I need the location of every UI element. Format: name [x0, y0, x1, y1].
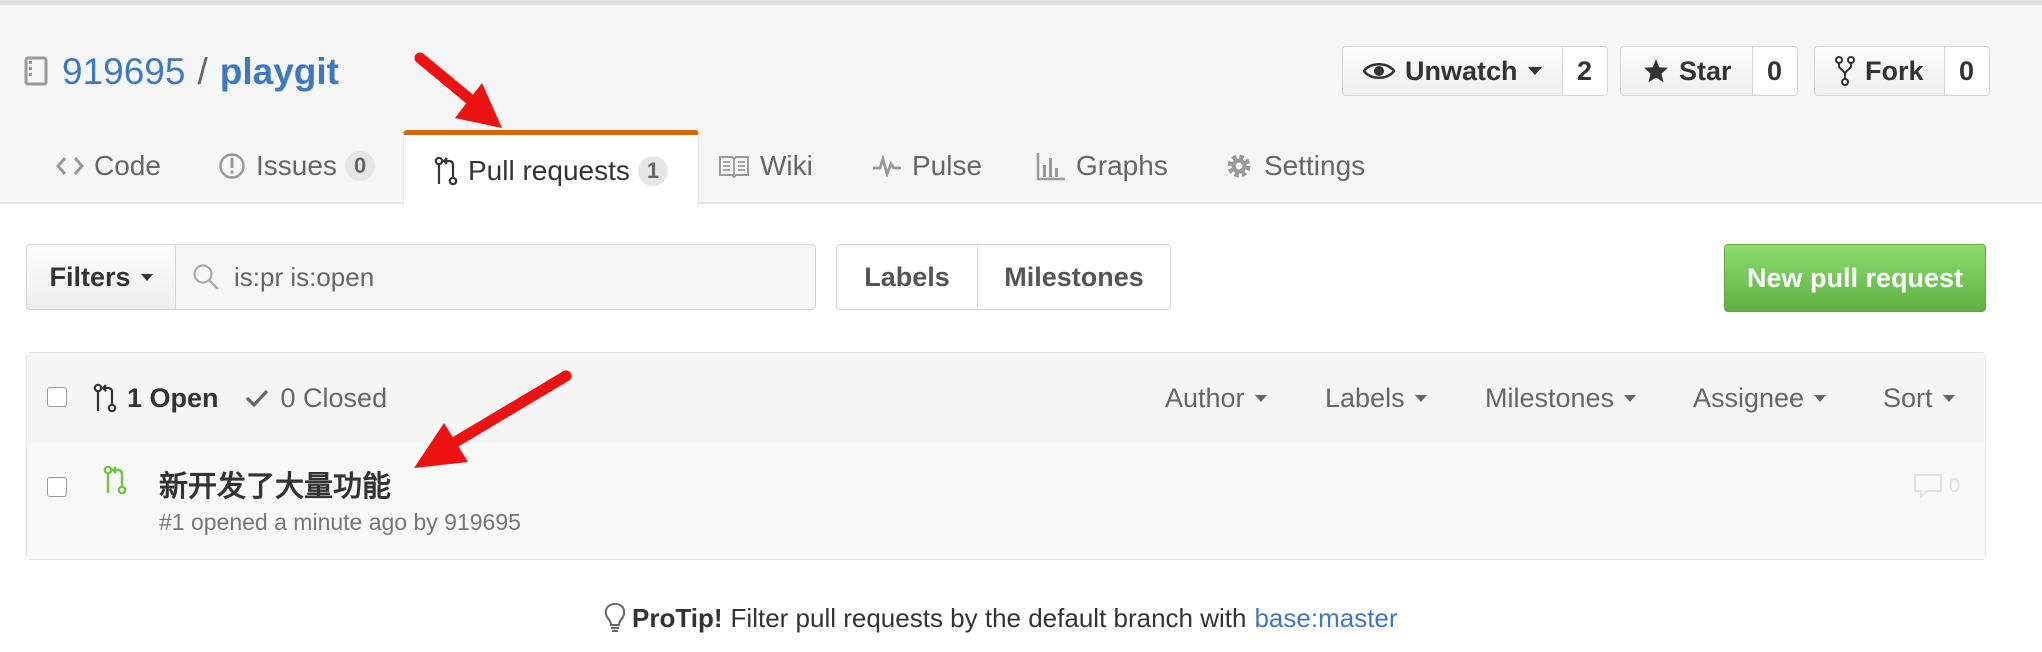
- milestones-filter[interactable]: Milestones: [1485, 353, 1637, 443]
- star-group: Star 0: [1620, 46, 1798, 96]
- search-container: [176, 244, 816, 310]
- repo-title: 919695 / playgit: [24, 48, 339, 96]
- pulse-icon: [873, 155, 901, 177]
- lightbulb-icon: [604, 602, 626, 632]
- closed-filter[interactable]: 0 Closed: [245, 382, 388, 414]
- protip-text: Filter pull requests by the default bran…: [730, 602, 1247, 633]
- labels-filter-label: Labels: [1325, 382, 1405, 413]
- tab-settings-label: Settings: [1264, 150, 1366, 181]
- issues-counter: 0: [344, 151, 376, 181]
- chevron-down-icon: [1624, 394, 1637, 402]
- chevron-down-icon: [1814, 394, 1827, 402]
- base-master-link[interactable]: base:master: [1254, 603, 1397, 634]
- tab-wiki[interactable]: Wiki: [718, 128, 813, 204]
- watch-group: Unwatch 2: [1342, 46, 1608, 96]
- search-icon: [193, 264, 219, 290]
- code-icon: [56, 157, 84, 175]
- graph-icon: [1036, 153, 1065, 181]
- filters-label: Filters: [49, 261, 131, 292]
- assignee-filter[interactable]: Assignee: [1693, 353, 1827, 443]
- open-filter[interactable]: 1 Open: [93, 383, 219, 414]
- protip-lead: ProTip!: [632, 602, 723, 633]
- forks-count[interactable]: 0: [1944, 46, 1990, 96]
- milestones-button[interactable]: Milestones: [977, 244, 1171, 310]
- labels-button-label: Labels: [864, 261, 950, 292]
- repo-icon: [24, 56, 48, 86]
- stars-count[interactable]: 0: [1752, 46, 1798, 96]
- tab-code[interactable]: Code: [56, 128, 161, 204]
- tab-issues-label: Issues: [256, 150, 337, 181]
- chevron-down-icon: [1254, 394, 1267, 402]
- pull-request-list: 1 Open 0 Closed Author Labels Milestones…: [26, 352, 1986, 560]
- unwatch-button[interactable]: Unwatch: [1342, 46, 1563, 96]
- protip: ProTip! Filter pull requests by the defa…: [604, 598, 1398, 638]
- sort-filter[interactable]: Sort: [1883, 353, 1955, 443]
- author-filter[interactable]: Author: [1165, 353, 1267, 443]
- tab-pull-requests-label: Pull requests: [468, 154, 630, 186]
- chevron-down-icon: [140, 273, 153, 281]
- pr-title-link[interactable]: 新开发了大量功能: [159, 463, 391, 505]
- sort-filter-label: Sort: [1883, 382, 1933, 413]
- tab-pull-requests[interactable]: Pull requests 1: [403, 130, 700, 206]
- open-pull-request-icon: [103, 465, 127, 495]
- book-icon: [719, 156, 749, 178]
- unwatch-label: Unwatch: [1405, 55, 1518, 86]
- fork-label: Fork: [1865, 55, 1924, 86]
- repo-name-link[interactable]: playgit: [220, 51, 339, 93]
- pull-requests-counter: 1: [637, 155, 669, 186]
- fork-button[interactable]: Fork: [1814, 46, 1945, 96]
- pull-request-icon: [434, 156, 458, 185]
- chevron-down-icon: [1527, 67, 1542, 75]
- check-icon: [245, 389, 268, 408]
- star-label: Star: [1679, 55, 1732, 86]
- milestones-filter-label: Milestones: [1485, 382, 1615, 413]
- tab-issues[interactable]: Issues 0: [218, 128, 376, 204]
- eye-icon: [1363, 63, 1395, 79]
- closed-count-label: 0 Closed: [280, 382, 388, 413]
- tab-wiki-label: Wiki: [760, 150, 813, 181]
- pr-meta: #1 opened a minute ago by 919695: [159, 509, 521, 535]
- tab-pulse[interactable]: Pulse: [872, 128, 982, 204]
- state-filters: 1 Open 0 Closed: [93, 353, 387, 443]
- pr-checkbox[interactable]: [47, 477, 67, 497]
- repo-separator: /: [197, 51, 208, 92]
- open-count-label: 1 Open: [127, 382, 219, 413]
- issue-icon: [219, 153, 245, 179]
- filters-button[interactable]: Filters: [26, 244, 176, 310]
- comments-count: 0: [1949, 474, 1961, 497]
- new-pull-request-label: New pull request: [1746, 262, 1964, 293]
- assignee-filter-label: Assignee: [1693, 382, 1805, 413]
- fork-group: Fork 0: [1814, 46, 1990, 96]
- chevron-down-icon: [1942, 394, 1955, 402]
- list-item: 新开发了大量功能 #1 opened a minute ago by 91969…: [27, 443, 1985, 559]
- tab-graphs-label: Graphs: [1076, 150, 1168, 181]
- select-all-checkbox[interactable]: [47, 387, 67, 407]
- search-input[interactable]: [232, 260, 796, 294]
- star-icon: [1644, 59, 1668, 83]
- labels-filter[interactable]: Labels: [1325, 353, 1427, 443]
- new-pull-request-button[interactable]: New pull request: [1724, 244, 1986, 312]
- pull-request-icon: [93, 383, 117, 413]
- list-header: 1 Open 0 Closed Author Labels Milestones…: [27, 353, 1985, 444]
- labels-button[interactable]: Labels: [836, 244, 978, 310]
- tab-code-label: Code: [94, 150, 161, 181]
- comment-icon: [1914, 474, 1942, 499]
- tab-graphs[interactable]: Graphs: [1036, 128, 1168, 204]
- repo-owner-link[interactable]: 919695: [62, 51, 185, 93]
- fork-icon: [1835, 56, 1855, 86]
- author-filter-label: Author: [1165, 382, 1245, 413]
- tab-pulse-label: Pulse: [912, 150, 983, 181]
- star-button[interactable]: Star: [1620, 46, 1753, 96]
- gear-icon: [1227, 154, 1251, 178]
- chevron-down-icon: [1414, 394, 1427, 402]
- tab-settings[interactable]: Settings: [1224, 128, 1365, 204]
- milestones-button-label: Milestones: [1004, 261, 1144, 292]
- comments-link[interactable]: 0: [1913, 473, 1960, 499]
- watchers-count[interactable]: 2: [1562, 46, 1608, 96]
- repo-nav: Code Issues 0 Pull requests 1 Wiki Pulse: [0, 128, 2042, 206]
